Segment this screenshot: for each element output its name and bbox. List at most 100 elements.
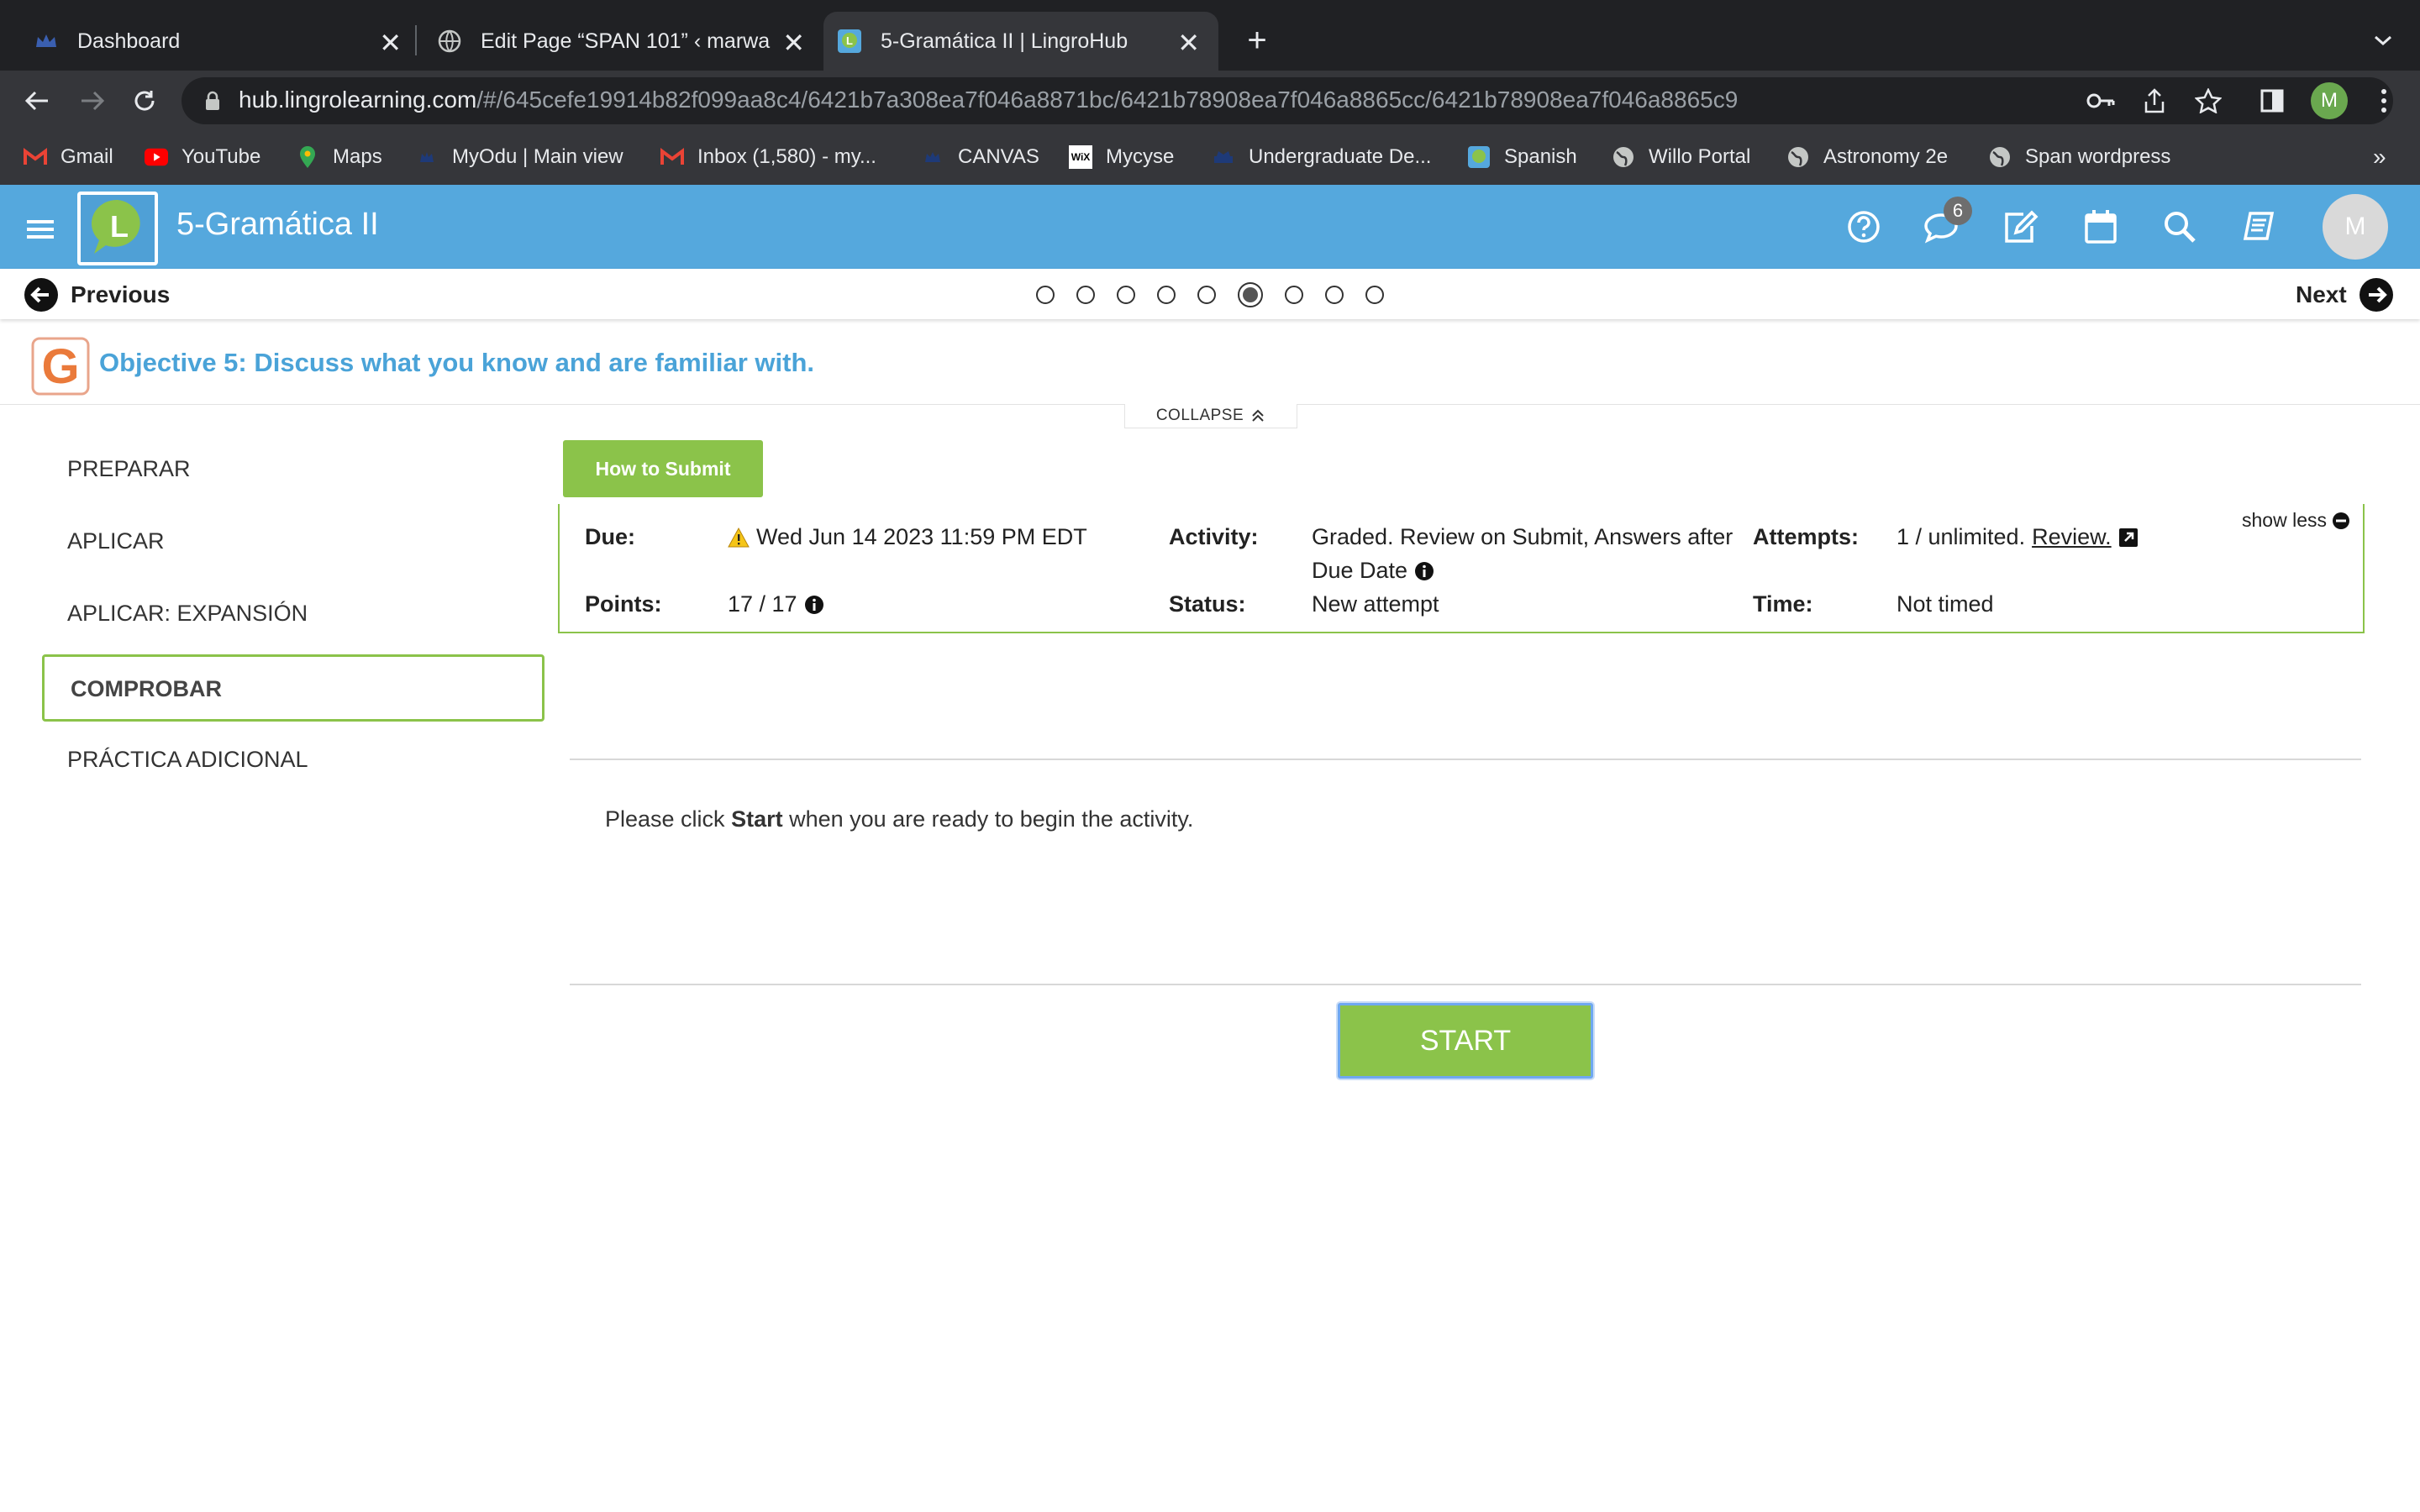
bookmark-willo[interactable]: Willo Portal	[1612, 144, 1750, 170]
url-path: /#/645cefe19914b82f099aa8c4/6421b7a308ea…	[476, 87, 1739, 113]
share-icon[interactable]	[2139, 84, 2170, 118]
bookmark-spanish[interactable]: Spanish	[1467, 144, 1577, 170]
calendar-icon[interactable]	[2079, 205, 2123, 249]
browser-tab-dashboard[interactable]: Dashboard ✕	[0, 12, 420, 71]
lock-icon[interactable]	[202, 89, 224, 113]
close-tab-icon[interactable]: ✕	[379, 27, 402, 59]
content-divider-top	[570, 759, 2361, 760]
bookmark-label: Spanish	[1504, 145, 1577, 168]
key-icon[interactable]	[2084, 86, 2118, 116]
page-dot-2[interactable]	[1076, 286, 1095, 304]
lingro-favicon-icon	[1467, 145, 1491, 169]
browser-tab-strip: Dashboard ✕ Edit Page “SPAN 101” ‹ marwa…	[0, 0, 2420, 71]
more-bookmarks-icon[interactable]: »	[2373, 144, 2386, 170]
gmail-icon	[24, 145, 47, 169]
gmail-icon	[660, 145, 684, 169]
forward-arrow-icon[interactable]	[76, 84, 109, 118]
bookmark-label: Inbox (1,580) - my...	[697, 145, 876, 168]
edit-note-icon[interactable]	[1998, 205, 2042, 249]
attempts-count: 1 / unlimited.	[1897, 524, 2026, 549]
bookmark-undergraduate[interactable]: Undergraduate De...	[1212, 144, 1431, 170]
activity-label: Activity:	[1169, 524, 1259, 549]
bookmark-span-wordpress[interactable]: Span wordpress	[1988, 144, 2170, 170]
page-dot-9[interactable]	[1365, 286, 1384, 304]
menu-item-aplicar[interactable]: APLICAR	[67, 528, 165, 554]
page-dot-7[interactable]	[1285, 286, 1303, 304]
bookmark-myodu[interactable]: MyOdu | Main view	[415, 144, 623, 170]
odu-crown-icon	[921, 145, 944, 169]
search-icon[interactable]	[2158, 205, 2202, 249]
points-label: Points:	[585, 591, 662, 617]
bookmark-maps[interactable]: Maps	[296, 144, 382, 170]
odu-crown-icon	[1212, 145, 1235, 169]
user-avatar[interactable]: M	[2323, 194, 2388, 260]
points-value: 17 / 17	[728, 591, 824, 617]
side-panel-icon[interactable]	[2257, 86, 2287, 116]
bookmark-label: MyOdu | Main view	[452, 145, 623, 168]
menu-item-comprobar[interactable]: COMPROBAR	[71, 676, 222, 702]
next-button[interactable]: Next	[2296, 277, 2394, 312]
page-dot-1[interactable]	[1036, 286, 1055, 304]
menu-item-preparar[interactable]: PREPARAR	[67, 456, 191, 482]
points-text: 17 / 17	[728, 591, 797, 617]
url-text[interactable]: hub.lingrolearning.com/#/645cefe19914b82…	[239, 87, 1738, 113]
svg-text:L: L	[846, 34, 853, 47]
menu-item-practica-adicional[interactable]: PRÁCTICA ADICIONAL	[67, 747, 308, 773]
page-dot-6-current[interactable]	[1238, 282, 1263, 307]
activity-value-line2: Due Date	[1312, 558, 1434, 584]
bookmark-label: Maps	[333, 145, 382, 168]
page-dot-4[interactable]	[1157, 286, 1176, 304]
info-icon[interactable]	[804, 595, 824, 615]
bookmark-inbox[interactable]: Inbox (1,580) - my...	[660, 144, 876, 170]
warning-icon	[728, 527, 750, 548]
review-link[interactable]: Review.	[2032, 524, 2112, 550]
collapse-label: COLLAPSE	[1155, 407, 1244, 424]
bookmark-label: Willo Portal	[1649, 145, 1751, 168]
hamburger-menu-icon[interactable]	[27, 218, 57, 242]
close-tab-icon[interactable]: ✕	[1177, 27, 1200, 59]
bookmark-gmail[interactable]: Gmail	[24, 144, 113, 170]
page-dot-5[interactable]	[1197, 286, 1216, 304]
bookmark-canvas[interactable]: CANVAS	[921, 144, 1039, 170]
double-chevron-up-icon	[1250, 408, 1265, 423]
bookmark-star-icon[interactable]	[2191, 84, 2225, 118]
bookmark-label: Span wordpress	[2025, 145, 2171, 168]
bookmark-mycyse[interactable]: WiX Mycyse	[1069, 144, 1174, 170]
more-menu-icon[interactable]	[2371, 86, 2396, 116]
menu-item-aplicar-expansion[interactable]: APLICAR: EXPANSIÓN	[67, 601, 308, 627]
bookmark-astronomy[interactable]: Astronomy 2e	[1786, 144, 1948, 170]
lingro-logo[interactable]: L	[77, 192, 158, 265]
bookmark-label: CANVAS	[958, 145, 1039, 168]
reload-icon[interactable]	[128, 84, 161, 118]
bookmark-youtube[interactable]: YouTube	[145, 144, 260, 170]
page-dot-8[interactable]	[1325, 286, 1344, 304]
globe-icon	[1988, 145, 2012, 169]
how-to-submit-button[interactable]: How to Submit	[563, 440, 763, 497]
activity-value-line1: Graded. Review on Submit, Answers after	[1312, 524, 1733, 549]
browser-tab-lingrohub[interactable]: L 5-Gramática II | LingroHub ✕	[823, 12, 1218, 71]
previous-button[interactable]: Previous	[24, 277, 170, 312]
browser-tab-edit-page[interactable]: Edit Page “SPAN 101” ‹ marwa ✕	[420, 12, 823, 71]
status-label: Status:	[1169, 591, 1246, 617]
logo-letter: L	[110, 209, 129, 244]
collapse-button[interactable]: COLLAPSE	[1124, 404, 1297, 428]
page-dot-3[interactable]	[1117, 286, 1135, 304]
bookmark-label: YouTube	[182, 145, 261, 168]
book-icon[interactable]	[2237, 205, 2281, 249]
start-button[interactable]: START	[1338, 1003, 1593, 1079]
next-label: Next	[2296, 281, 2347, 307]
tab-search-chevron-icon[interactable]	[2368, 25, 2398, 55]
instruction-bold: Start	[731, 806, 783, 832]
external-link-icon[interactable]	[2118, 528, 2139, 548]
back-arrow-icon[interactable]	[20, 84, 54, 118]
arrow-left-circle-icon	[24, 277, 59, 312]
youtube-icon	[145, 145, 168, 169]
show-less-toggle[interactable]: show less	[2242, 509, 2350, 532]
info-icon[interactable]	[1414, 561, 1434, 581]
due-value: Wed Jun 14 2023 11:59 PM EDT	[728, 524, 1087, 550]
browser-profile-avatar[interactable]: M	[2311, 82, 2348, 119]
new-tab-icon[interactable]: +	[1240, 22, 1274, 59]
close-tab-icon[interactable]: ✕	[782, 27, 805, 59]
odu-crown-icon	[415, 145, 439, 169]
help-icon[interactable]	[1842, 205, 1886, 249]
